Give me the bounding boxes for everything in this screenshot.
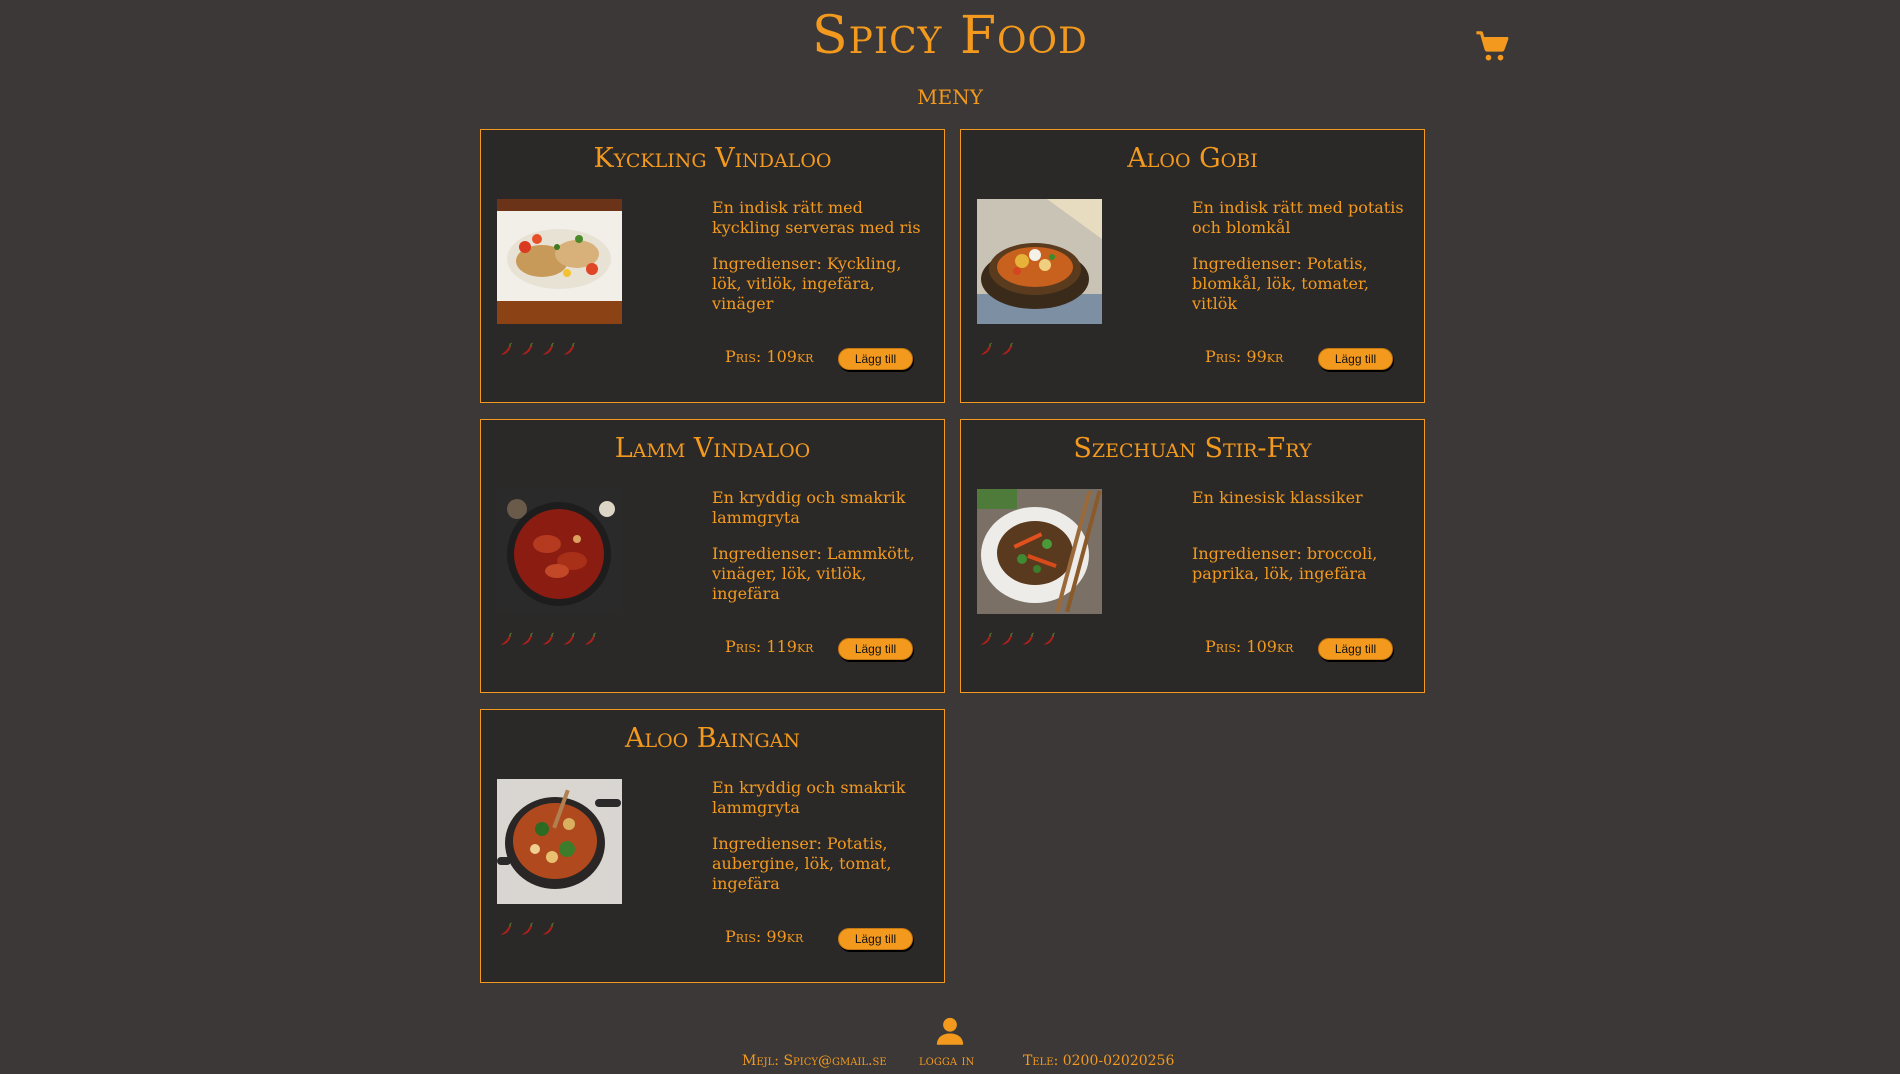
chili-icon — [500, 342, 513, 355]
dish-image — [497, 489, 622, 614]
dish-title: Aloo Gobi — [1127, 143, 1258, 174]
site-footer: Mejl: Spicy@gmail.se logga in Tele: 0200… — [0, 1010, 1900, 1074]
dish-price: Pris: 119kr — [725, 637, 814, 656]
chili-icon — [1022, 632, 1035, 645]
menu-heading: meny — [917, 78, 983, 111]
dish-description: En indisk rätt med potatis och blomkål — [1192, 198, 1404, 237]
dish-description: En indisk rätt med kyckling serveras med… — [712, 198, 921, 237]
cart-icon[interactable] — [1475, 30, 1509, 64]
dish-description: En kryddig och smakrik lammgryta — [712, 488, 906, 527]
chili-icon — [542, 922, 555, 935]
dish-image — [497, 779, 622, 904]
chili-icon — [500, 922, 513, 935]
dish-description: En kinesisk klassiker — [1192, 488, 1363, 507]
add-to-cart-button[interactable]: Lägg till — [1318, 348, 1393, 370]
chili-icon — [1001, 632, 1014, 645]
chili-icon — [980, 342, 993, 355]
spice-rating — [978, 340, 1016, 358]
chili-icon — [521, 922, 534, 935]
dish-card: Kyckling Vindaloo En indisk rätt med kyc… — [480, 129, 945, 403]
add-to-cart-button[interactable]: Lägg till — [838, 928, 913, 950]
chili-icon — [1001, 342, 1014, 355]
dish-image — [497, 199, 622, 324]
dish-title: Lamm Vindaloo — [614, 433, 811, 464]
dish-title: Aloo Baingan — [624, 723, 801, 754]
dish-price: Pris: 109kr — [1205, 637, 1294, 656]
dish-image — [977, 199, 1102, 324]
spice-rating — [498, 920, 557, 938]
dish-title: Szechuan Stir-Fry — [1073, 433, 1312, 464]
add-to-cart-button[interactable]: Lägg till — [1318, 638, 1393, 660]
dish-card: Lamm Vindaloo En kryddig och smakrik lam… — [480, 419, 945, 693]
chili-icon — [563, 342, 576, 355]
footer-phone: Tele: 0200-02020256 — [1023, 1053, 1175, 1069]
dish-card: Szechuan Stir-Fry En kinesisk klassiker … — [960, 419, 1425, 693]
site-title: Spicy Food — [812, 6, 1088, 66]
add-to-cart-button[interactable]: Lägg till — [838, 638, 913, 660]
spice-rating — [498, 630, 599, 648]
chili-icon — [542, 342, 555, 355]
dish-image — [977, 489, 1102, 614]
login-link[interactable]: logga in — [919, 1052, 974, 1070]
dish-description: En kryddig och smakrik lammgryta — [712, 778, 906, 817]
chili-icon — [1043, 632, 1056, 645]
chili-icon — [542, 632, 555, 645]
site-header: Spicy Food meny — [0, 0, 1900, 120]
chili-icon — [584, 632, 597, 645]
dish-price: Pris: 99kr — [1205, 347, 1284, 366]
dish-price: Pris: 99kr — [725, 927, 804, 946]
chili-icon — [500, 632, 513, 645]
dish-card: Aloo Gobi En indisk rätt med potatis och… — [960, 129, 1425, 403]
add-to-cart-button[interactable]: Lägg till — [838, 348, 913, 370]
chili-icon — [980, 632, 993, 645]
dish-ingredients: Ingredienser: Lammkött, vinäger, lök, vi… — [712, 544, 915, 603]
chili-icon — [521, 632, 534, 645]
dish-card: Aloo Baingan En kryddig och smakrik lamm… — [480, 709, 945, 983]
dish-price: Pris: 109kr — [725, 347, 814, 366]
chili-icon — [563, 632, 576, 645]
dish-ingredients: Ingredienser: Kyckling, lök, vitlök, ing… — [712, 254, 902, 313]
chili-icon — [521, 342, 534, 355]
user-icon[interactable] — [935, 1016, 965, 1046]
spice-rating — [978, 630, 1058, 648]
dish-ingredients: Ingredienser: broccoli, paprika, lök, in… — [1192, 544, 1378, 583]
dish-title: Kyckling Vindaloo — [593, 143, 832, 174]
spice-rating — [498, 340, 578, 358]
footer-email[interactable]: Mejl: Spicy@gmail.se — [742, 1052, 887, 1070]
dish-ingredients: Ingredienser: Potatis, blomkål, lök, tom… — [1192, 254, 1369, 313]
dish-ingredients: Ingredienser: Potatis, aubergine, lök, t… — [712, 834, 892, 893]
